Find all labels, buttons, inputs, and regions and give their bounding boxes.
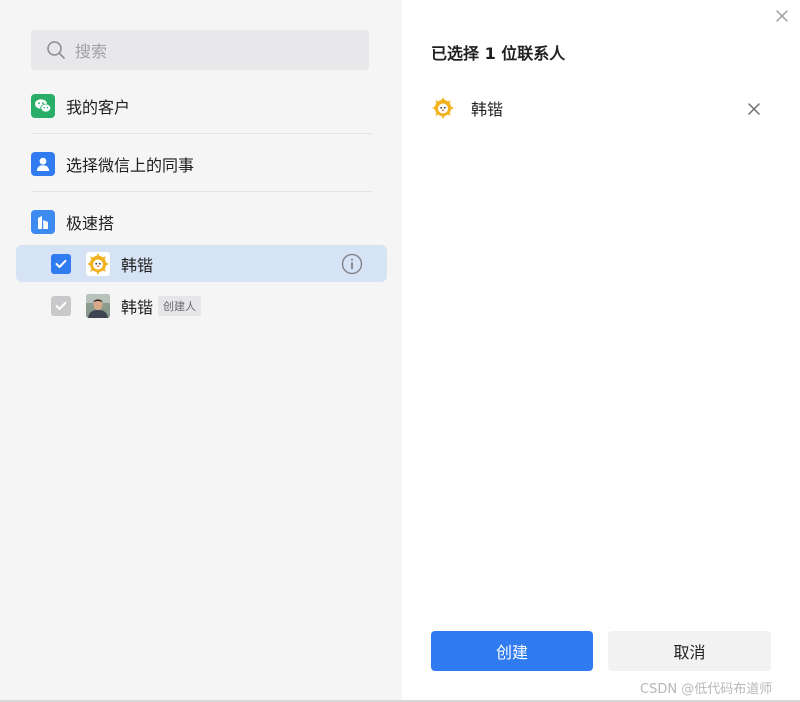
selected-contact-item: 韩锴 [431, 95, 765, 121]
create-button[interactable]: 创建 [431, 631, 593, 671]
wechat-icon [31, 93, 55, 118]
remove-contact-icon[interactable] [747, 101, 761, 115]
creator-tag: 创建人 [158, 295, 202, 316]
member-row: 韩锴 创建人 [16, 287, 387, 324]
member-name: 韩锴 [121, 297, 154, 317]
section-label: 选择微信上的同事 [66, 155, 195, 175]
cancel-button[interactable]: 取消 [608, 631, 771, 671]
search-box[interactable]: 搜索 [31, 30, 369, 70]
section-label: 我的客户 [66, 97, 131, 117]
member-checkbox[interactable] [51, 253, 71, 274]
section-label: 极速搭 [66, 213, 115, 233]
section-wechat-colleagues[interactable]: 选择微信上的同事 [31, 135, 372, 192]
divider [31, 133, 372, 134]
divider [31, 191, 372, 192]
sun-avatar-icon [86, 251, 110, 276]
search-icon [46, 40, 66, 60]
watermark: CSDN @低代码布道师 [640, 682, 773, 697]
section-org[interactable]: 极速搭 [31, 193, 372, 250]
member-checkbox-disabled [51, 295, 71, 316]
select-contacts-dialog: 搜索 我的客户 选择微信上的同事 极速搭 韩锴 韩锴 创建人 已选择 1 位联系… [0, 0, 800, 702]
selected-contact-name: 韩锴 [471, 100, 504, 119]
user-photo-avatar [86, 293, 110, 318]
section-my-customers[interactable]: 我的客户 [31, 77, 372, 134]
building-icon [31, 209, 55, 234]
member-name: 韩锴 [121, 255, 154, 275]
left-panel: 搜索 我的客户 选择微信上的同事 极速搭 韩锴 韩锴 创建人 [0, 0, 402, 700]
close-icon[interactable] [775, 8, 789, 22]
selected-count-title: 已选择 1 位联系人 [431, 44, 566, 63]
search-placeholder: 搜索 [75, 42, 108, 61]
member-row[interactable]: 韩锴 [16, 245, 387, 282]
sun-avatar-icon [431, 96, 455, 120]
person-icon [31, 151, 55, 176]
info-icon[interactable] [341, 253, 363, 275]
